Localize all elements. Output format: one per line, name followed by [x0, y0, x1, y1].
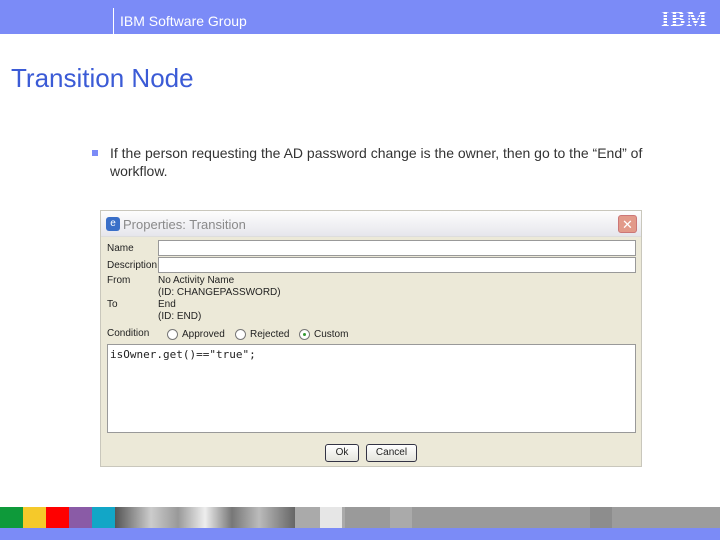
radio-label: Rejected	[250, 329, 290, 340]
ibm-logo: IBM	[661, 6, 708, 31]
ok-button[interactable]: Ok	[325, 444, 359, 462]
bullet-icon	[92, 150, 98, 156]
close-button[interactable]: ✕	[618, 215, 637, 233]
name-label: Name	[107, 243, 134, 254]
to-label: To	[107, 299, 118, 310]
to-value: End	[158, 299, 176, 310]
bullet-text: If the person requesting the AD password…	[110, 145, 643, 179]
condition-label: Condition	[107, 328, 150, 339]
dialog-title-bar[interactable]: e Properties: Transition ✕	[101, 211, 641, 237]
slide-title: Transition Node	[11, 63, 194, 93]
radio-label: Approved	[182, 329, 225, 340]
name-input[interactable]	[158, 240, 636, 256]
radio-rejected[interactable]: Rejected	[235, 329, 289, 340]
cancel-button[interactable]: Cancel	[366, 444, 417, 462]
app-icon: e	[106, 217, 120, 231]
condition-textarea[interactable]: isOwner.get()=="true";	[107, 344, 636, 433]
radio-custom[interactable]: Custom	[299, 329, 348, 340]
from-label: From	[107, 275, 131, 286]
from-value: No Activity Name	[158, 275, 235, 286]
from-id: (ID: CHANGEPASSWORD)	[158, 287, 281, 298]
footer-bar	[0, 528, 720, 540]
group-name: IBM Software Group	[113, 8, 247, 34]
to-id: (ID: END)	[158, 311, 202, 322]
dialog-title: Properties: Transition	[123, 217, 246, 232]
radio-approved[interactable]: Approved	[167, 329, 225, 340]
properties-dialog: e Properties: Transition ✕ Name Descript…	[100, 210, 642, 467]
radio-label: Custom	[314, 329, 349, 340]
bullet-item: If the person requesting the AD password…	[92, 144, 682, 180]
header-bar: IBM Software Group IBM	[0, 0, 720, 34]
description-label: Description	[107, 260, 158, 271]
description-input[interactable]	[158, 257, 636, 273]
